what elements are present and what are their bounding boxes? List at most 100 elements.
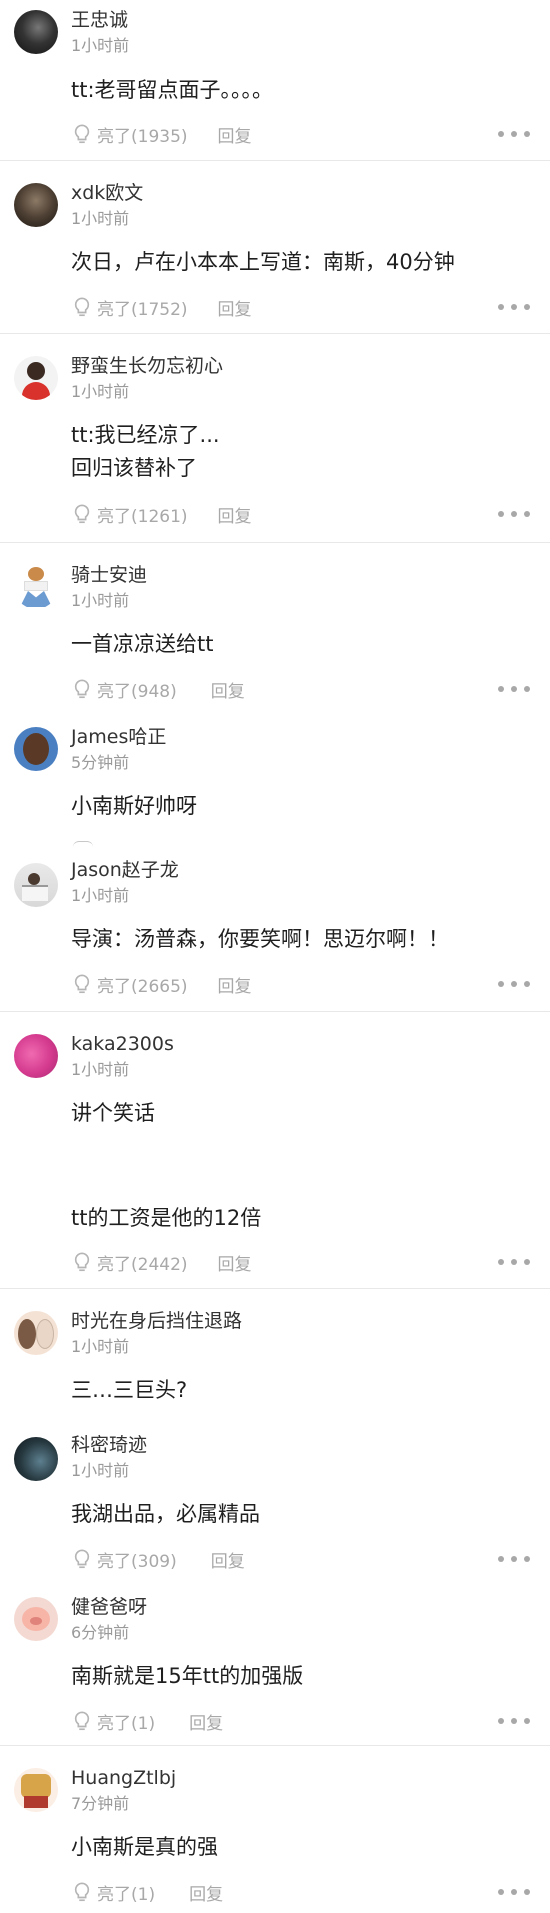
comment-actions: 亮了(1) 回复	[71, 1709, 223, 1734]
reply-button[interactable]: 回复	[211, 1547, 245, 1572]
like-button[interactable]: 亮了(1)	[71, 1880, 155, 1905]
comment-time: 1小时前	[71, 382, 130, 401]
comment-actions: 亮了(1261) 回复	[71, 502, 252, 527]
reply-button[interactable]: 回复	[218, 295, 252, 320]
comment-time: 1小时前	[71, 1337, 130, 1356]
like-count: 亮了(1935)	[97, 126, 188, 147]
comment-text-line: tt的工资是他的12倍	[71, 1206, 262, 1230]
avatar[interactable]	[14, 1768, 58, 1812]
like-button[interactable]: 亮了(2665)	[71, 972, 188, 997]
avatar[interactable]	[14, 1311, 58, 1355]
more-dots-icon[interactable]	[498, 302, 530, 312]
lightbulb-icon	[74, 1252, 90, 1272]
comment-author[interactable]: 野蛮生长勿忘初心	[71, 354, 223, 378]
comment-time: 7分钟前	[71, 1794, 130, 1813]
comment-item: xdk欧文 1小时前 次日，卢在小本本上写道：南斯，40分钟 亮了(1752) …	[0, 161, 550, 333]
like-button[interactable]: 亮了(1261)	[71, 502, 188, 527]
lightbulb-icon	[74, 504, 90, 524]
like-button[interactable]: 亮了(1935)	[71, 122, 188, 147]
comment-item: 健爸爸呀 6分钟前 南斯就是15年tt的加强版 亮了(1) 回复	[0, 1575, 550, 1745]
avatar[interactable]	[14, 1437, 58, 1481]
more-dots-icon[interactable]	[498, 129, 530, 139]
comment-item: 时光在身后挡住退路 1小时前 三…三巨头?	[0, 1289, 550, 1415]
comment-time: 1小时前	[71, 1461, 130, 1480]
like-count: 亮了(309)	[97, 1551, 177, 1572]
comment-time: 1小时前	[71, 36, 130, 55]
like-count: 亮了(1)	[97, 1713, 156, 1734]
like-button[interactable]: 亮了(1752)	[71, 295, 188, 320]
avatar[interactable]	[14, 183, 58, 227]
lightbulb-icon	[74, 1711, 90, 1731]
comment-time: 6分钟前	[71, 1623, 130, 1642]
comment-actions: 亮了(1935) 回复	[71, 122, 252, 147]
like-count: 亮了(1261)	[97, 506, 188, 527]
like-count: 亮了(2665)	[97, 976, 188, 997]
more-dots-icon[interactable]	[498, 1716, 530, 1726]
comment-author[interactable]: 时光在身后挡住退路	[71, 1309, 242, 1333]
comment-actions: 亮了(309) 回复	[71, 1547, 245, 1572]
more-dots-icon[interactable]	[498, 979, 530, 989]
comment-text: 小南斯好帅呀	[71, 794, 197, 818]
reply-button[interactable]: 回复	[189, 1880, 223, 1905]
avatar[interactable]	[14, 727, 58, 771]
like-count: 亮了(2442)	[97, 1254, 188, 1275]
comment-actions: 亮了(1) 回复	[71, 1880, 223, 1905]
comment-author[interactable]: James哈正	[71, 725, 166, 749]
avatar[interactable]	[14, 863, 58, 907]
comment-text: 我湖出品，必属精品	[71, 1502, 260, 1526]
lightbulb-icon	[74, 1549, 90, 1569]
comment-text: 南斯就是15年tt的加强版	[71, 1664, 304, 1688]
comment-text: 小南斯是真的强	[71, 1835, 218, 1859]
comment-text: tt:老哥留点面子。。。。	[71, 78, 274, 102]
like-button[interactable]: 亮了(309)	[71, 1547, 177, 1572]
like-count: 亮了(1752)	[97, 299, 188, 320]
comment-item: HuangZtlbj 7分钟前 小南斯是真的强 亮了(1) 回复	[0, 1746, 550, 1913]
comment-item: Jason赵子龙 1小时前 导演：汤普森，你要笑啊！思迈尔啊！！ 亮了(2665…	[0, 843, 550, 1011]
avatar[interactable]	[14, 1034, 58, 1078]
like-button[interactable]: 亮了(1)	[71, 1709, 155, 1734]
comment-item: 骑士安迪 1小时前 一首凉凉送给tt 亮了(948) 回复	[0, 543, 550, 713]
reply-button[interactable]: 回复	[218, 122, 252, 147]
avatar[interactable]	[14, 356, 58, 400]
reply-button[interactable]: 回复	[218, 502, 252, 527]
comment-author[interactable]: xdk欧文	[71, 181, 143, 205]
avatar[interactable]	[14, 565, 58, 609]
comment-item: 野蛮生长勿忘初心 1小时前 tt:我已经凉了... 回归该替补了 亮了(1261…	[0, 334, 550, 542]
more-dots-icon[interactable]	[498, 1554, 530, 1564]
reply-button[interactable]: 回复	[218, 1250, 252, 1275]
comment-time: 1小时前	[71, 1060, 130, 1079]
comment-actions: 亮了(2665) 回复	[71, 972, 252, 997]
like-count: 亮了(1)	[97, 1884, 156, 1905]
lightbulb-icon	[74, 974, 90, 994]
comment-text: 三…三巨头?	[71, 1378, 188, 1402]
comment-author[interactable]: 王忠诚	[71, 8, 128, 32]
lightbulb-icon	[74, 1882, 90, 1902]
comment-author[interactable]: 健爸爸呀	[71, 1595, 147, 1619]
comment-actions: 亮了(1752) 回复	[71, 295, 252, 320]
comment-item: 王忠诚 1小时前 tt:老哥留点面子。。。。 亮了(1935) 回复	[0, 0, 550, 160]
comment-item: James哈正 5分钟前 小南斯好帅呀	[0, 713, 550, 843]
comment-time: 1小时前	[71, 209, 130, 228]
comment-author[interactable]: kaka2300s	[71, 1032, 174, 1056]
comment-text: 导演：汤普森，你要笑啊！思迈尔啊！！	[71, 927, 449, 951]
comment-author[interactable]: Jason赵子龙	[71, 858, 179, 882]
comment-time: 5分钟前	[71, 753, 130, 772]
comment-time: 1小时前	[71, 591, 130, 610]
avatar[interactable]	[14, 10, 58, 54]
avatar[interactable]	[14, 1597, 58, 1641]
reply-button[interactable]: 回复	[218, 972, 252, 997]
comment-item: kaka2300s 1小时前 讲个笑话 tt的工资是他的12倍 亮了(2442)…	[0, 1012, 550, 1288]
comment-author[interactable]: HuangZtlbj	[71, 1766, 176, 1790]
more-dots-icon[interactable]	[498, 684, 530, 694]
lightbulb-icon	[74, 679, 90, 699]
like-button[interactable]: 亮了(2442)	[71, 1250, 188, 1275]
reply-button[interactable]: 回复	[189, 1709, 223, 1734]
comment-author[interactable]: 骑士安迪	[71, 563, 147, 587]
more-dots-icon[interactable]	[498, 509, 530, 519]
more-dots-icon[interactable]	[498, 1887, 530, 1897]
reply-button[interactable]: 回复	[211, 677, 245, 702]
more-dots-icon[interactable]	[498, 1257, 530, 1267]
comment-author[interactable]: 科密琦迹	[71, 1433, 147, 1457]
like-button[interactable]: 亮了(948)	[71, 677, 177, 702]
lightbulb-icon	[74, 297, 90, 317]
